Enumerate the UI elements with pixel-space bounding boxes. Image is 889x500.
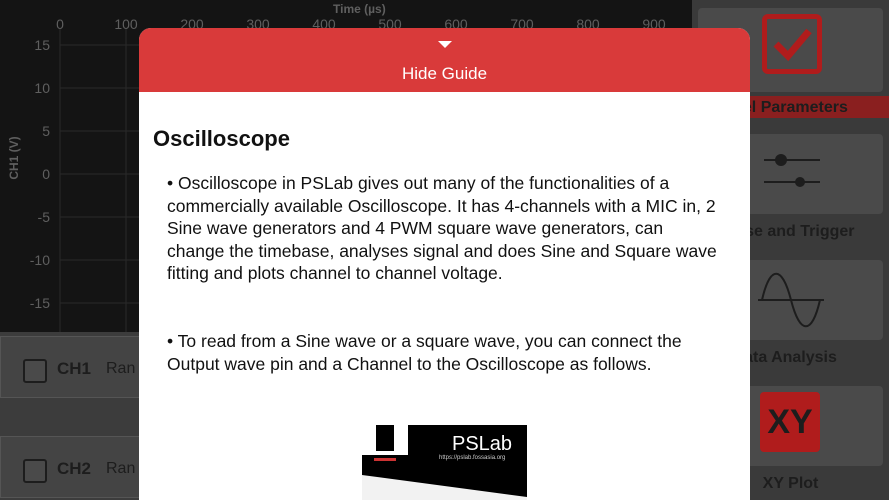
image-title: PSLab (452, 433, 513, 455)
image-url: https://pslab.fossasia.org (439, 455, 506, 461)
x-tick-label: 0 (56, 16, 64, 32)
chevron-down-icon (438, 41, 452, 48)
guide-paragraph-2: • To read from a Sine wave or a square w… (167, 331, 682, 374)
y-tick-label: 10 (34, 80, 50, 96)
y-tick-label: -15 (30, 295, 50, 311)
guide-title: Oscilloscope (153, 126, 290, 151)
ch1-range-label: Ran (106, 360, 136, 377)
y-tick-label: 0 (42, 166, 50, 182)
y-tick-label: -5 (38, 209, 51, 225)
checkbox-checked-icon (762, 14, 822, 74)
y-tick-label: 15 (34, 37, 50, 53)
ch1-checkbox[interactable] (23, 359, 47, 383)
ch1-label: CH1 (57, 359, 92, 378)
x-axis-title: Time (µs) (333, 2, 386, 16)
hide-guide-button[interactable]: Hide Guide (139, 28, 750, 92)
oscilloscope-screen: 0 100 200 300 400 500 600 700 800 900 15 10 5 0 -5 -10… (0, 0, 889, 500)
guide-sheet: Hide Guide Oscilloscope • Oscilloscope i… (139, 28, 750, 500)
guide-paragraph-1: • Oscilloscope in PSLab gives out many o… (167, 173, 717, 283)
y-tick-label: 5 (42, 123, 50, 139)
xy-icon-text: XY (767, 403, 813, 441)
hide-guide-label: Hide Guide (401, 64, 488, 83)
ch2-checkbox[interactable] (23, 459, 47, 483)
x-tick-label: 100 (114, 16, 138, 32)
ch2-range-label: Ran (106, 460, 136, 477)
y-tick-label: -10 (30, 252, 50, 268)
ch2-label: CH2 (57, 459, 92, 478)
y-axis-title: CH1 (V) (7, 136, 21, 179)
y-axis-ticks: 15 10 5 0 -5 -10 -15 (30, 37, 50, 311)
xy-icon: XY (760, 392, 820, 452)
guide-image: PSLab https://pslab.fossasia.org (362, 425, 527, 500)
